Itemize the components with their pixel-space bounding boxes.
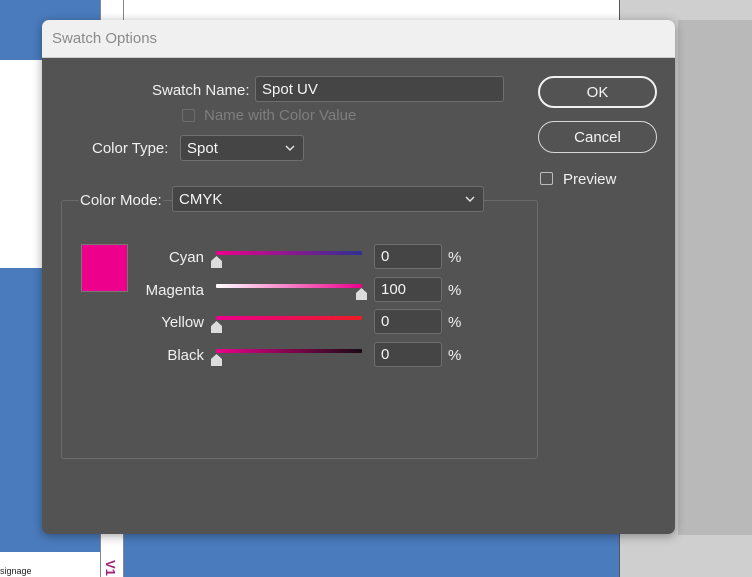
black-slider[interactable] [216, 349, 362, 353]
color-type-label: Color Type: [92, 140, 169, 157]
magenta-label: Magenta [145, 282, 204, 299]
magenta-percent-label: % [448, 282, 462, 299]
swatch-options-dialog: Swatch Options Swatch Name: Spot UV Name… [42, 20, 675, 534]
color-type-value: Spot [187, 139, 218, 157]
yellow-label: Yellow [161, 314, 204, 331]
document-page-blue-area [124, 533, 620, 577]
color-type-select[interactable]: Spot [180, 135, 304, 161]
color-mode-label: Color Mode: [79, 192, 163, 209]
app-pasteboard-shadow [678, 20, 752, 535]
magenta-value-input[interactable]: 100 [374, 277, 442, 302]
dialog-titlebar[interactable]: Swatch Options [42, 20, 675, 58]
cyan-value-input[interactable]: 0 [374, 244, 442, 269]
name-with-color-value-checkbox[interactable] [182, 109, 195, 122]
app-background-page-fragment [0, 60, 42, 268]
cyan-slider[interactable] [216, 251, 362, 255]
chevron-down-icon [465, 196, 475, 202]
ok-button[interactable]: OK [538, 76, 657, 108]
background-strip-text: V1 [103, 560, 118, 576]
magenta-slider-thumb[interactable] [356, 288, 367, 300]
cyan-slider-thumb[interactable] [211, 256, 222, 268]
black-percent-label: % [448, 347, 462, 364]
background-text: signage [0, 566, 32, 576]
chevron-down-icon [285, 145, 295, 151]
black-slider-thumb[interactable] [211, 354, 222, 366]
dialog-title: Swatch Options [52, 30, 158, 47]
name-with-color-value-label: Name with Color Value [204, 107, 357, 124]
preview-label: Preview [563, 171, 617, 188]
yellow-percent-label: % [448, 314, 462, 331]
color-mode-select[interactable]: CMYK [172, 186, 484, 212]
yellow-slider[interactable] [216, 316, 362, 320]
cyan-percent-label: % [448, 249, 462, 266]
cancel-button[interactable]: Cancel [538, 121, 657, 153]
magenta-slider[interactable] [216, 284, 362, 288]
color-mode-group [61, 200, 538, 459]
yellow-value-input[interactable]: 0 [374, 309, 442, 334]
preview-checkbox[interactable] [540, 172, 553, 185]
yellow-slider-thumb[interactable] [211, 321, 222, 333]
swatch-name-label: Swatch Name: [152, 82, 250, 99]
swatch-color-preview [81, 244, 128, 292]
black-label: Black [167, 347, 204, 364]
cyan-label: Cyan [168, 249, 204, 266]
color-mode-value: CMYK [179, 190, 223, 208]
black-value-input[interactable]: 0 [374, 342, 442, 367]
swatch-name-input[interactable]: Spot UV [255, 76, 504, 102]
